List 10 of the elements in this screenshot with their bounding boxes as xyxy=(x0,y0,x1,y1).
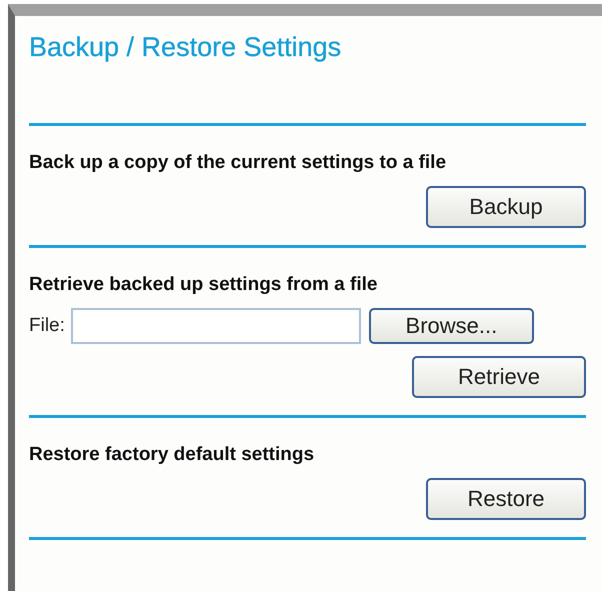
action-button[interactable]: Backup xyxy=(426,186,586,228)
section-heading: Back up a copy of the current settings to a file xyxy=(29,152,448,174)
section-heading: Retrieve backed up settings from a file xyxy=(29,274,378,296)
action-button[interactable]: Restore xyxy=(426,478,586,520)
file-field[interactable] xyxy=(70,308,361,344)
browse-button[interactable]: Browse... xyxy=(368,308,534,344)
field-label: File: xyxy=(29,315,65,337)
section-heading: Restore factory default settings xyxy=(29,444,316,466)
page-title: Backup / Restore Settings xyxy=(29,31,342,64)
action-button[interactable]: Retrieve xyxy=(412,356,586,398)
